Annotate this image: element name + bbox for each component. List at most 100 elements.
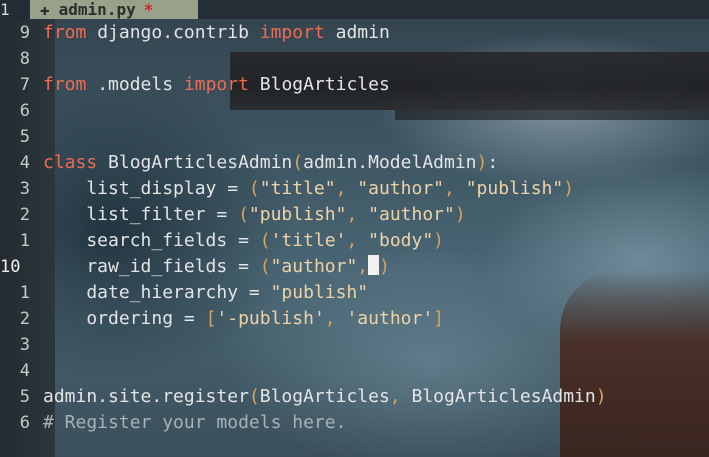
code-line[interactable]: 4 class BlogArticlesAdmin(admin.ModelAdmi… [0, 150, 709, 176]
code-line[interactable]: 5 admin.site.register(BlogArticles, BlogA… [0, 384, 709, 410]
line-number: 6 [19, 101, 30, 121]
line-text: admin.site.register(BlogArticles, BlogAr… [43, 386, 607, 407]
code-token: import [259, 22, 325, 43]
code-token: , [389, 386, 412, 407]
code-token: ( [248, 386, 260, 407]
code-token: ) [476, 152, 488, 173]
code-token: ( [259, 230, 271, 251]
code-token: ) [563, 178, 575, 199]
line-number: 8 [19, 49, 30, 69]
line-number: 7 [19, 75, 30, 95]
code-token: "author" [357, 178, 444, 199]
code-line[interactable]: 4 [0, 358, 709, 384]
code-token: "author" [270, 256, 358, 277]
code-token: django.contrib [86, 22, 260, 43]
code-token: ) [454, 204, 466, 225]
plus-icon: ✚ [40, 0, 50, 19]
code-token: , [346, 230, 369, 251]
code-token: admin.ModelAdmin [303, 152, 477, 173]
code-token: 'title' [270, 230, 347, 251]
code-line[interactable]: 8 [0, 46, 709, 72]
line-number: 6 [19, 413, 30, 433]
line-number: 9 [19, 23, 30, 43]
code-token: ( [292, 152, 304, 173]
code-token: from [43, 22, 87, 43]
line-number: 3 [19, 335, 30, 355]
code-token: list_display = [43, 178, 249, 199]
code-token: ( [259, 256, 271, 277]
code-line[interactable]: 1 search_fields = ('title', "body") [0, 228, 709, 254]
code-line[interactable]: 3 list_display = ("title", "author", "pu… [0, 176, 709, 202]
code-token: BlogArticlesAdmin [97, 152, 293, 173]
line-number: 5 [19, 387, 30, 407]
code-token: ordering = [43, 308, 206, 329]
code-token: "title" [259, 178, 336, 199]
tab-filename: admin.py [58, 0, 136, 19]
code-token: "publish" [248, 204, 347, 225]
tab-count: 1 [0, 0, 10, 19]
code-token: BlogArticles [259, 386, 390, 407]
line-text: ordering = ['-publish', 'author'] [43, 308, 444, 329]
line-text: from .models import BlogArticles [43, 74, 390, 95]
line-text: raw_id_fields = ("author",) [43, 255, 390, 277]
code-token: , [346, 204, 369, 225]
line-text: from django.contrib import admin [43, 22, 390, 43]
modified-marker: * [143, 0, 154, 19]
code-token: "publish" [270, 282, 369, 303]
code-token: BlogArticles [248, 74, 390, 95]
code-line[interactable]: 1 date_hierarchy = "publish" [0, 280, 709, 306]
editor-buffer[interactable]: 9 from django.contrib import admin 8 7 from … [0, 20, 709, 436]
code-line[interactable]: 9 from django.contrib import admin [0, 20, 709, 46]
line-text: search_fields = ('title', "body") [43, 230, 444, 251]
line-text: list_filter = ("publish", "author") [43, 204, 466, 225]
line-text: list_display = ("title", "author", "publ… [43, 178, 574, 199]
code-line[interactable]: 2 list_filter = ("publish", "author") [0, 202, 709, 228]
line-number: 1 [19, 231, 30, 251]
line-number: 5 [19, 127, 30, 147]
code-token: , [444, 178, 466, 199]
code-token: ] [433, 308, 445, 329]
code-token: , [357, 256, 369, 277]
line-text: class BlogArticlesAdmin(admin.ModelAdmin… [43, 152, 498, 173]
code-token: "body" [368, 230, 434, 251]
line-number: 4 [19, 361, 30, 381]
line-text: date_hierarchy = "publish" [43, 282, 368, 303]
code-token: list_filter = [43, 204, 239, 225]
line-number: 10 [0, 257, 21, 277]
tab-admin-py[interactable]: ✚ admin.py * [30, 0, 198, 19]
code-token: : [487, 152, 499, 173]
code-token: '-publish' [216, 308, 325, 329]
code-line[interactable]: 6 # Register your models here. [0, 410, 709, 436]
line-number: 4 [19, 153, 30, 173]
code-line[interactable]: 5 [0, 124, 709, 150]
line-number: 3 [19, 179, 30, 199]
code-token: ) [595, 386, 607, 407]
code-token: date_hierarchy = [43, 282, 271, 303]
code-token: ( [238, 204, 249, 225]
code-token: ) [379, 256, 390, 277]
line-number: 2 [19, 309, 30, 329]
code-token: "author" [368, 204, 455, 225]
code-line[interactable]: 2 ordering = ['-publish', 'author'] [0, 306, 709, 332]
code-token: from [43, 74, 87, 95]
line-number: 1 [19, 283, 30, 303]
code-token: ) [433, 230, 445, 251]
code-line[interactable]: 3 [0, 332, 709, 358]
code-token: admin.site.register [43, 386, 249, 407]
code-line-current[interactable]: 10 raw_id_fields = ("author",) [0, 254, 709, 280]
code-token: 'author' [346, 308, 434, 329]
code-token: ( [248, 178, 260, 199]
code-token: .models [86, 74, 184, 95]
code-token: import [183, 74, 249, 95]
line-text: # Register your models here. [43, 412, 346, 433]
code-token: [ [205, 308, 217, 329]
code-line[interactable]: 7 from .models import BlogArticles [0, 72, 709, 98]
code-token: raw_id_fields = [43, 256, 260, 277]
tab-line: 1 ✚ admin.py * [0, 0, 709, 19]
text-cursor [368, 255, 380, 275]
code-line[interactable]: 6 [0, 98, 709, 124]
code-token: class [43, 152, 98, 173]
code-token: "publish" [465, 178, 564, 199]
code-token: admin [324, 22, 390, 43]
code-token: search_fields = [43, 230, 260, 251]
